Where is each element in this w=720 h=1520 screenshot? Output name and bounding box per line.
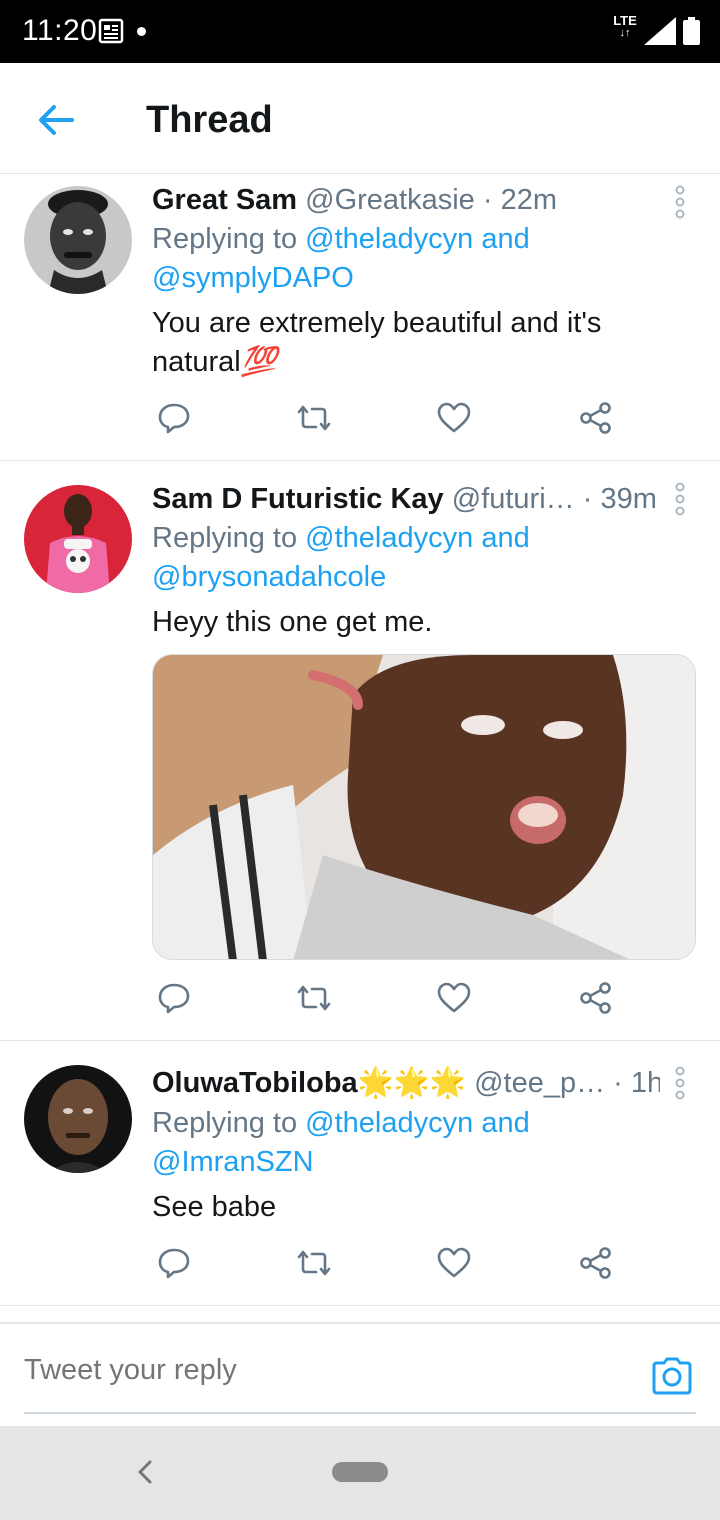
timestamp: · 1h [613,1067,660,1099]
network-type: LTE ↓↑ [612,14,638,39]
retweet-button[interactable] [292,1241,336,1285]
display-name[interactable]: OluwaTobiloba [152,1067,358,1099]
like-icon [437,982,471,1013]
page-title: Thread [146,99,273,141]
tweet-actions [152,1241,632,1291]
tweet-text-line: See babe [152,1191,277,1223]
display-name[interactable]: Great Sam [152,184,297,216]
tweet-actions [152,396,632,446]
mention-link[interactable]: @theladycyn [305,522,473,554]
timestamp: · 39m [582,483,657,515]
reply-icon [158,983,190,1014]
like-icon [437,1247,471,1278]
tweet-oluwatobiloba[interactable]: OluwaTobiloba🌟🌟🌟 @tee_p… · 1h Replying t… [0,1041,720,1306]
back-arrow-icon[interactable] [34,98,78,142]
share-button[interactable] [574,396,618,440]
reply-input-underline [24,1412,696,1414]
reply-icon [158,403,190,434]
reply-input[interactable] [24,1354,624,1387]
and-others-link[interactable]: and [481,223,529,255]
share-icon [580,1247,611,1279]
tweet-sam-d-futuristic-kay[interactable]: Sam D Futuristic Kay @futuri… · 39m Repl… [0,461,720,1041]
status-time: 11:20 [22,14,98,47]
retweet-icon [297,985,331,1011]
retweet-icon [297,405,331,431]
mention-link[interactable]: @brysonadahcole [152,561,386,593]
tweet-text-line: You are extremely beautiful and it's [152,307,602,339]
star-emoji: 🌟🌟🌟 [357,1067,467,1099]
system-nav-bar [0,1426,720,1520]
battery-icon [683,17,700,45]
handle: @futuri… [451,483,575,515]
tweet-header: Sam D Futuristic Kay @futuri… · 39m [152,479,660,519]
more-vertical-icon[interactable] [668,1063,692,1103]
tweet-text-line: natural [152,346,241,378]
like-button[interactable] [432,976,476,1020]
retweet-icon [297,1250,331,1276]
tweet-text: See babe [152,1188,672,1227]
tweet-media-image[interactable] [152,654,696,960]
replying-to: Replying to @theladycyn and @ImranSZN [152,1104,672,1182]
tweet-text: Heyy this one get me. [152,603,672,642]
replying-to: Replying to @theladycyn and @brysonadahc… [152,519,672,597]
mention-link[interactable]: @symplyDAPO [152,262,354,294]
reply-composer [0,1322,720,1426]
timestamp: · 22m [482,184,558,216]
tweet-text: You are extremely beautiful and it's nat… [152,304,672,382]
like-icon [437,402,471,433]
share-button[interactable] [574,976,618,1020]
handle: @Greatkasie [305,184,475,216]
notification-news-icon [98,18,124,44]
replying-to: Replying to @theladycyn and @symplyDAPO [152,220,672,298]
avatar[interactable] [24,186,132,294]
reply-button[interactable] [152,1241,196,1285]
like-button[interactable] [432,1241,476,1285]
share-icon [580,982,611,1014]
nav-back-icon[interactable] [130,1454,160,1490]
avatar[interactable] [24,1065,132,1173]
network-label: LTE [613,13,637,28]
tweet-header: OluwaTobiloba🌟🌟🌟 @tee_p… · 1h [152,1063,660,1103]
mention-link[interactable]: @theladycyn [305,223,473,255]
replying-to-label: Replying to [152,1107,298,1139]
tweet-actions [152,976,632,1026]
signal-icon [644,17,676,45]
data-arrows-icon: ↓↑ [619,27,631,39]
nav-home-pill[interactable] [332,1462,388,1482]
tweet-text-line: Heyy this one get me. [152,606,433,638]
handle: @tee_p… [474,1067,606,1099]
more-vertical-icon[interactable] [668,479,692,519]
reply-button[interactable] [152,976,196,1020]
like-button[interactable] [432,396,476,440]
more-vertical-icon[interactable] [668,182,692,222]
retweet-button[interactable] [292,396,336,440]
avatar[interactable] [24,485,132,593]
replying-to-label: Replying to [152,522,298,554]
tweet-header: Great Sam @Greatkasie · 22m [152,180,660,220]
retweet-button[interactable] [292,976,336,1020]
hundred-emoji: 💯 [240,346,277,378]
tweet-great-sam[interactable]: Great Sam @Greatkasie · 22m Replying to … [0,174,720,461]
status-bar: 11:20 LTE ↓↑ [0,0,720,63]
app-header: Thread [0,63,720,174]
camera-icon[interactable] [650,1356,694,1396]
reply-button[interactable] [152,396,196,440]
share-button[interactable] [574,1241,618,1285]
and-others-link[interactable]: and [481,1107,529,1139]
mention-link[interactable]: @theladycyn [305,1107,473,1139]
notification-dot-icon [137,27,146,36]
display-name[interactable]: Sam D Futuristic Kay [152,483,444,515]
mention-link[interactable]: @ImranSZN [152,1146,314,1178]
share-icon [580,402,611,434]
replying-to-label: Replying to [152,223,298,255]
and-others-link[interactable]: and [481,522,529,554]
reply-icon [158,1248,190,1279]
